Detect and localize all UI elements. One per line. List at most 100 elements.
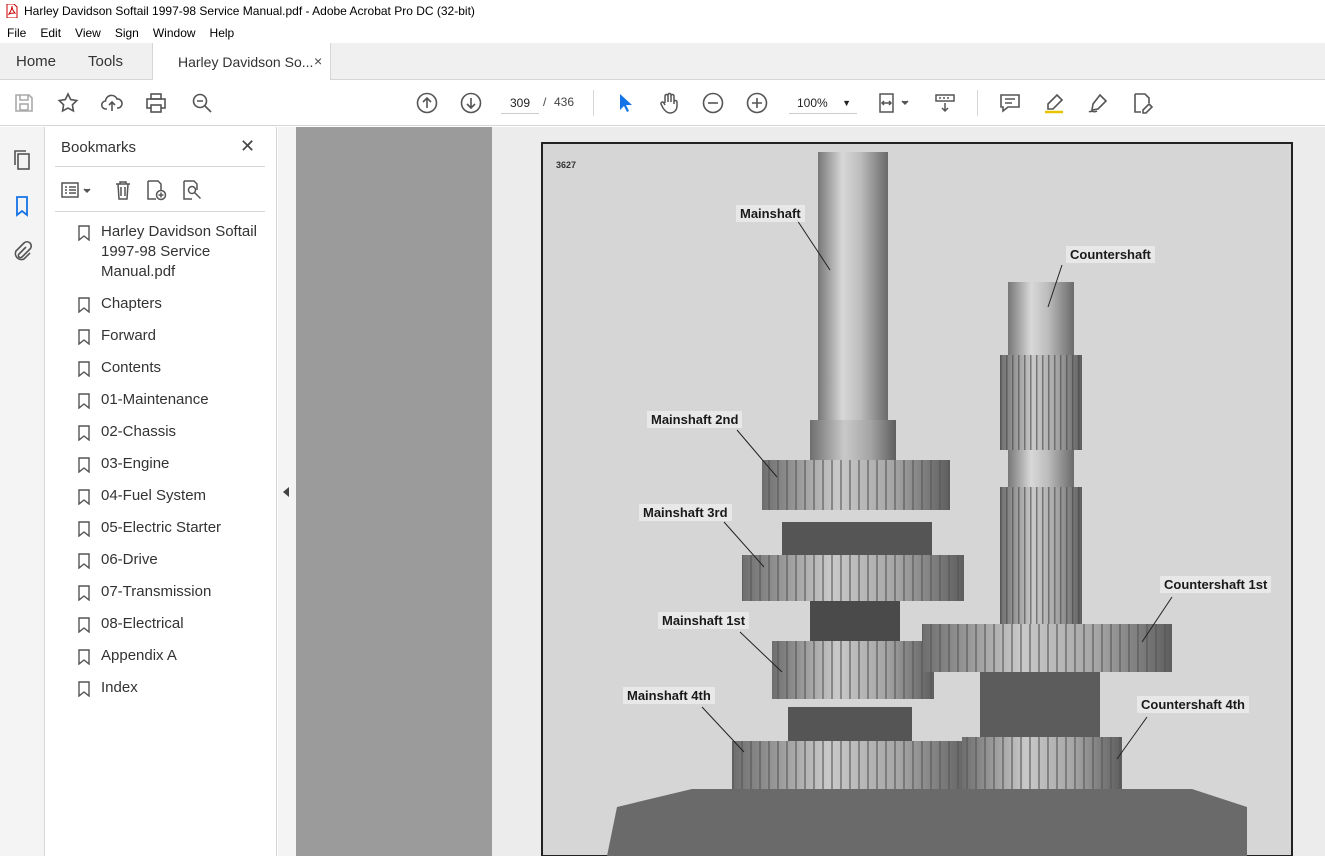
label-mainshaft-1st: Mainshaft 1st xyxy=(658,612,750,629)
sign-pen-icon[interactable] xyxy=(1086,91,1110,115)
bookmark-label: Appendix A xyxy=(101,647,177,664)
document-viewport[interactable]: 3627 Mainshaft Countershaft Mainshaft 2n… xyxy=(296,127,1325,856)
pdf-page: 3627 Mainshaft Countershaft Mainshaft 2n… xyxy=(492,127,1325,856)
fit-page-icon[interactable] xyxy=(876,91,916,115)
transmission-photo xyxy=(492,127,1325,856)
label-countershaft-4th: Countershaft 4th xyxy=(1137,696,1249,713)
toolbar: 309 / 436 100% ▼ xyxy=(0,80,1325,126)
panel-divider xyxy=(55,211,265,212)
bookmark-item[interactable]: Index xyxy=(45,678,277,698)
highlight-pen-icon[interactable] xyxy=(1042,91,1066,115)
bookmark-ribbon-icon xyxy=(78,297,90,313)
bookmark-ribbon-icon xyxy=(78,225,90,241)
bookmark-label: 02-Chassis xyxy=(101,423,177,440)
page-total: 436 xyxy=(554,95,575,109)
toolbar-divider xyxy=(977,90,978,116)
find-bookmark-icon[interactable] xyxy=(181,179,205,201)
bookmark-label: 05-Electric Starter xyxy=(101,519,222,536)
search-zoom-icon[interactable] xyxy=(190,91,214,115)
bookmarks-panel: Bookmarks ✕ Harley Davidson Softail 1997… xyxy=(45,127,277,856)
bookmark-item[interactable]: 05-Electric Starter xyxy=(45,518,277,538)
tab-tools[interactable]: Tools xyxy=(88,53,123,70)
bookmark-list: Harley Davidson Softail 1997-98 Service … xyxy=(45,222,277,710)
panel-divider xyxy=(55,166,265,167)
zoom-out-icon[interactable] xyxy=(701,91,725,115)
acrobat-pdf-icon xyxy=(6,4,18,18)
bookmark-ribbon-icon xyxy=(78,361,90,377)
page-separator: / xyxy=(543,95,547,109)
edit-document-icon[interactable] xyxy=(1130,91,1154,115)
menu-file[interactable]: File xyxy=(0,26,33,40)
menu-help[interactable]: Help xyxy=(203,26,242,40)
add-bookmark-icon[interactable] xyxy=(145,179,169,201)
menu-view[interactable]: View xyxy=(68,26,108,40)
bookmarks-icon[interactable] xyxy=(10,194,34,218)
zoom-level-value: 100% xyxy=(797,96,828,110)
bookmark-ribbon-icon xyxy=(78,425,90,441)
bookmark-label: 01-Maintenance xyxy=(101,391,209,408)
menu-bar: File Edit View Sign Window Help xyxy=(0,22,1325,43)
cloud-upload-icon[interactable] xyxy=(100,91,124,115)
bookmark-ribbon-icon xyxy=(78,329,90,345)
bookmarks-title: Bookmarks xyxy=(61,139,137,156)
menu-edit[interactable]: Edit xyxy=(33,26,68,40)
star-bookmark-icon[interactable] xyxy=(56,91,80,115)
bookmark-ribbon-icon xyxy=(78,617,90,633)
menu-sign[interactable]: Sign xyxy=(108,26,146,40)
zoom-level-select[interactable]: 100% ▼ xyxy=(789,92,857,114)
bookmark-label: Harley Davidson Softail 1997-98 Service … xyxy=(101,223,257,280)
save-icon[interactable] xyxy=(12,91,36,115)
bookmark-item[interactable]: 02-Chassis xyxy=(45,422,277,442)
tab-close-button[interactable]: × xyxy=(314,53,322,69)
bookmark-item[interactable]: Forward xyxy=(45,326,277,346)
bookmark-item[interactable]: Chapters xyxy=(45,294,277,314)
bookmark-item[interactable]: 03-Engine xyxy=(45,454,277,474)
bookmark-ribbon-icon xyxy=(78,521,90,537)
tab-home[interactable]: Home xyxy=(16,53,56,70)
window-title: Harley Davidson Softail 1997-98 Service … xyxy=(24,4,475,18)
bookmark-item[interactable]: 07-Transmission xyxy=(45,582,277,602)
title-bar: Harley Davidson Softail 1997-98 Service … xyxy=(0,0,1325,22)
label-mainshaft-2nd: Mainshaft 2nd xyxy=(647,411,743,428)
print-icon[interactable] xyxy=(144,91,168,115)
chevron-down-icon: ▼ xyxy=(842,98,851,108)
bookmark-ribbon-icon xyxy=(78,681,90,697)
page-thumbnails-icon[interactable] xyxy=(10,148,34,172)
bookmark-item[interactable]: 08-Electrical xyxy=(45,614,277,634)
bookmark-ribbon-icon xyxy=(78,457,90,473)
bookmark-item[interactable]: 01-Maintenance xyxy=(45,390,277,410)
hand-tool-icon[interactable] xyxy=(657,91,681,115)
bookmark-item[interactable]: Contents xyxy=(45,358,277,378)
bookmark-label: 03-Engine xyxy=(101,455,170,472)
panel-splitter[interactable] xyxy=(278,127,296,856)
bookmark-ribbon-icon xyxy=(78,585,90,601)
label-mainshaft-4th: Mainshaft 4th xyxy=(623,687,715,704)
delete-bookmark-icon[interactable] xyxy=(112,179,136,201)
label-mainshaft: Mainshaft xyxy=(736,205,805,222)
label-mainshaft-3rd: Mainshaft 3rd xyxy=(639,504,732,521)
page-number-input[interactable]: 309 xyxy=(501,92,539,114)
figure-number: 3627 xyxy=(556,160,577,170)
next-page-icon[interactable] xyxy=(459,91,483,115)
menu-window[interactable]: Window xyxy=(146,26,203,40)
bookmark-item[interactable]: Harley Davidson Softail 1997-98 Service … xyxy=(45,222,277,282)
bookmark-ribbon-icon xyxy=(78,649,90,665)
bookmark-item[interactable]: Appendix A xyxy=(45,646,277,666)
toolbar-divider xyxy=(593,90,594,116)
attachments-icon[interactable] xyxy=(10,240,34,264)
close-panel-button[interactable]: ✕ xyxy=(240,136,255,157)
collapse-panel-icon[interactable] xyxy=(283,487,289,497)
bookmark-label: 07-Transmission xyxy=(101,583,212,600)
select-cursor-icon[interactable] xyxy=(614,91,638,115)
label-countershaft: Countershaft xyxy=(1066,246,1155,263)
bookmark-item[interactable]: 06-Drive xyxy=(45,550,277,570)
previous-page-icon[interactable] xyxy=(415,91,439,115)
comment-icon[interactable] xyxy=(998,91,1022,115)
navigation-rail xyxy=(0,127,45,856)
bookmark-ribbon-icon xyxy=(78,393,90,409)
zoom-in-icon[interactable] xyxy=(745,91,769,115)
tab-document[interactable]: Harley Davidson So... × xyxy=(152,43,331,80)
bookmark-options-icon[interactable] xyxy=(61,179,95,201)
scroll-mode-icon[interactable] xyxy=(933,91,957,115)
bookmark-item[interactable]: 04-Fuel System xyxy=(45,486,277,506)
